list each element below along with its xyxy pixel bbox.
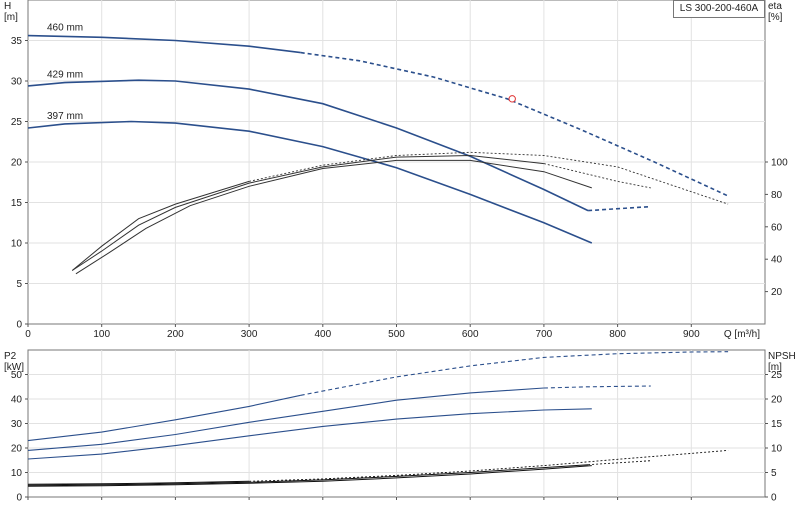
y-right-axis-label: eta [768,1,782,12]
y-right-axis-unit: [%] [768,12,783,23]
y-left-tick-label: 30 [11,77,23,88]
y-right-tick-label: 20 [771,395,783,406]
y-right-tick-label: 100 [771,158,788,169]
curve-label-397: 397 mm [47,111,83,122]
y-right-tick-label: 60 [771,222,783,233]
y-left-tick-label: 40 [11,395,23,406]
y-left-tick-label: 20 [11,158,23,169]
y-left-tick-label: 10 [11,239,23,250]
y-left-tick-label: 0 [16,493,22,504]
y-left-tick-label: 35 [11,36,23,47]
y-right-tick-label: 20 [771,287,783,298]
y-right-tick-label: 80 [771,190,783,201]
duty-point-marker [508,95,516,103]
x-axis-label: Q [m³/h] [724,329,760,340]
x-tick-label: 200 [167,329,184,340]
pump-curve-chart: 0 100 200 300 400 500 600 700 800 900 0 5 10 15 20 25 30… [0,0,800,520]
y-right-tick-label: 15 [771,419,783,430]
x-tick-label: 900 [683,329,700,340]
y-left-tick-label: 30 [11,419,23,430]
y-left-tick-label: 15 [11,198,23,209]
chart-canvas: 0 100 200 300 400 500 600 700 800 900051015202530… [4,0,796,504]
y-right-tick-label: 40 [771,255,783,266]
y-right-axis-unit: [m] [768,362,782,373]
x-tick-label: 800 [609,329,626,340]
x-tick-label: 300 [241,329,258,340]
y-left-tick-label: 0 [16,320,22,331]
curve-label-460: 460 mm [47,23,83,34]
x-tick-label: 600 [462,329,479,340]
y-right-axis-label: NPSH [768,351,796,362]
y-left-tick-label: 25 [11,117,23,128]
x-tick-label: 100 [93,329,110,340]
curve-label-429: 429 mm [47,70,83,81]
y-left-axis-label: H [4,1,11,12]
y-right-tick-label: 5 [771,468,777,479]
x-tick-label: 400 [314,329,331,340]
y-right-tick-label: 0 [771,493,777,504]
y-left-tick-label: 20 [11,444,23,455]
chart-title: LS 300-200-460A [673,0,765,18]
x-tick-label: 500 [388,329,405,340]
y-left-axis-label: P2 [4,351,17,362]
y-left-axis-unit: [m] [4,12,18,23]
x-tick-label: 0 [25,329,31,340]
y-left-axis-unit: [kW] [4,362,24,373]
x-tick-label: 700 [536,329,553,340]
y-left-tick-label: 10 [11,468,23,479]
y-left-tick-label: 5 [16,279,22,290]
y-right-tick-label: 10 [771,444,783,455]
